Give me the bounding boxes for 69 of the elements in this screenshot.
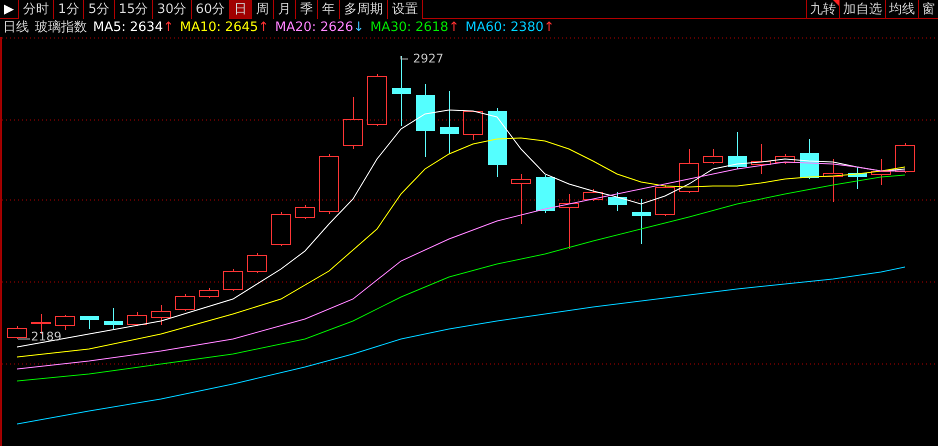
candlestick [271, 212, 291, 246]
period-tab[interactable]: 年 [318, 0, 340, 19]
candlestick [895, 142, 915, 174]
moving-average-value: MA10: 2645 [180, 19, 258, 38]
index-name: 玻璃指数 [35, 19, 87, 38]
candlestick [104, 308, 123, 330]
candlestick [728, 132, 747, 170]
candlestick [440, 90, 459, 154]
candlestick [463, 110, 483, 140]
period-tab[interactable]: 分时 [19, 0, 54, 19]
period-tab[interactable]: 15分 [114, 0, 154, 19]
candlestick [823, 158, 843, 202]
trend-arrow: ↓ [353, 19, 364, 38]
trend-arrow: ↑ [544, 19, 555, 38]
period-tab[interactable]: 60分 [192, 0, 230, 19]
period-tab[interactable]: 季 [296, 0, 318, 19]
candlestick [175, 294, 195, 312]
candlestick [7, 326, 27, 340]
candlestick [199, 288, 219, 298]
candlestick [343, 96, 363, 150]
high-price-label: 2927 [413, 51, 444, 66]
candlestick [319, 154, 339, 214]
period-tab[interactable]: 30分 [153, 0, 192, 19]
candlestick [703, 148, 723, 164]
trend-arrow: ↑ [448, 19, 460, 38]
high-marker-line [400, 56, 408, 60]
candlestick [583, 188, 603, 202]
candlestick [871, 158, 891, 186]
candlestick [511, 174, 531, 224]
candlestick [536, 174, 555, 214]
candlestick [800, 138, 819, 180]
moving-average-value: MA30: 2618 [370, 19, 448, 38]
candlestick [559, 194, 579, 250]
candlestick [80, 316, 99, 330]
toolbar-button[interactable]: 窗 [918, 0, 938, 19]
period-tab[interactable]: 日 [230, 0, 252, 19]
candlestick [247, 252, 267, 274]
candlestick [488, 108, 507, 178]
trend-arrow: ↑ [162, 19, 174, 38]
candlestick [127, 312, 147, 326]
toolbar-button[interactable]: 加自选 [839, 0, 885, 19]
candlestick [223, 268, 243, 292]
period-label: 日线 [3, 19, 29, 38]
low-marker-line [18, 338, 30, 340]
candlestick [392, 56, 411, 126]
toolbar-button[interactable]: 九转 [806, 0, 839, 19]
period-tab[interactable]: 1分 [54, 0, 84, 19]
moving-average-value: MA60: 2380 [465, 19, 544, 38]
candlestick [775, 154, 795, 164]
candlestick [751, 144, 771, 174]
candlestick [655, 184, 675, 216]
candlestick [151, 304, 171, 326]
period-tab[interactable]: 月 [274, 0, 296, 19]
candlestick [295, 204, 315, 220]
period-tab[interactable]: 多周期 [340, 0, 388, 19]
trend-arrow: ↑ [258, 19, 270, 38]
candlestick [55, 314, 75, 330]
period-tab[interactable]: 周 [252, 0, 274, 19]
candlestick [608, 192, 627, 212]
low-price-label: 2189 [31, 329, 62, 344]
candlestick [679, 148, 699, 194]
toolbar-button[interactable]: 均线 [885, 0, 918, 19]
period-tab[interactable]: 5分 [84, 0, 115, 19]
moving-average-value: MA20: 2626 [275, 19, 354, 38]
candlestick [367, 74, 387, 126]
moving-average-value: MA5: 2634 [93, 19, 163, 38]
candlestick [848, 166, 867, 190]
candlestick [632, 198, 651, 244]
period-tab[interactable]: 设置 [388, 0, 424, 19]
